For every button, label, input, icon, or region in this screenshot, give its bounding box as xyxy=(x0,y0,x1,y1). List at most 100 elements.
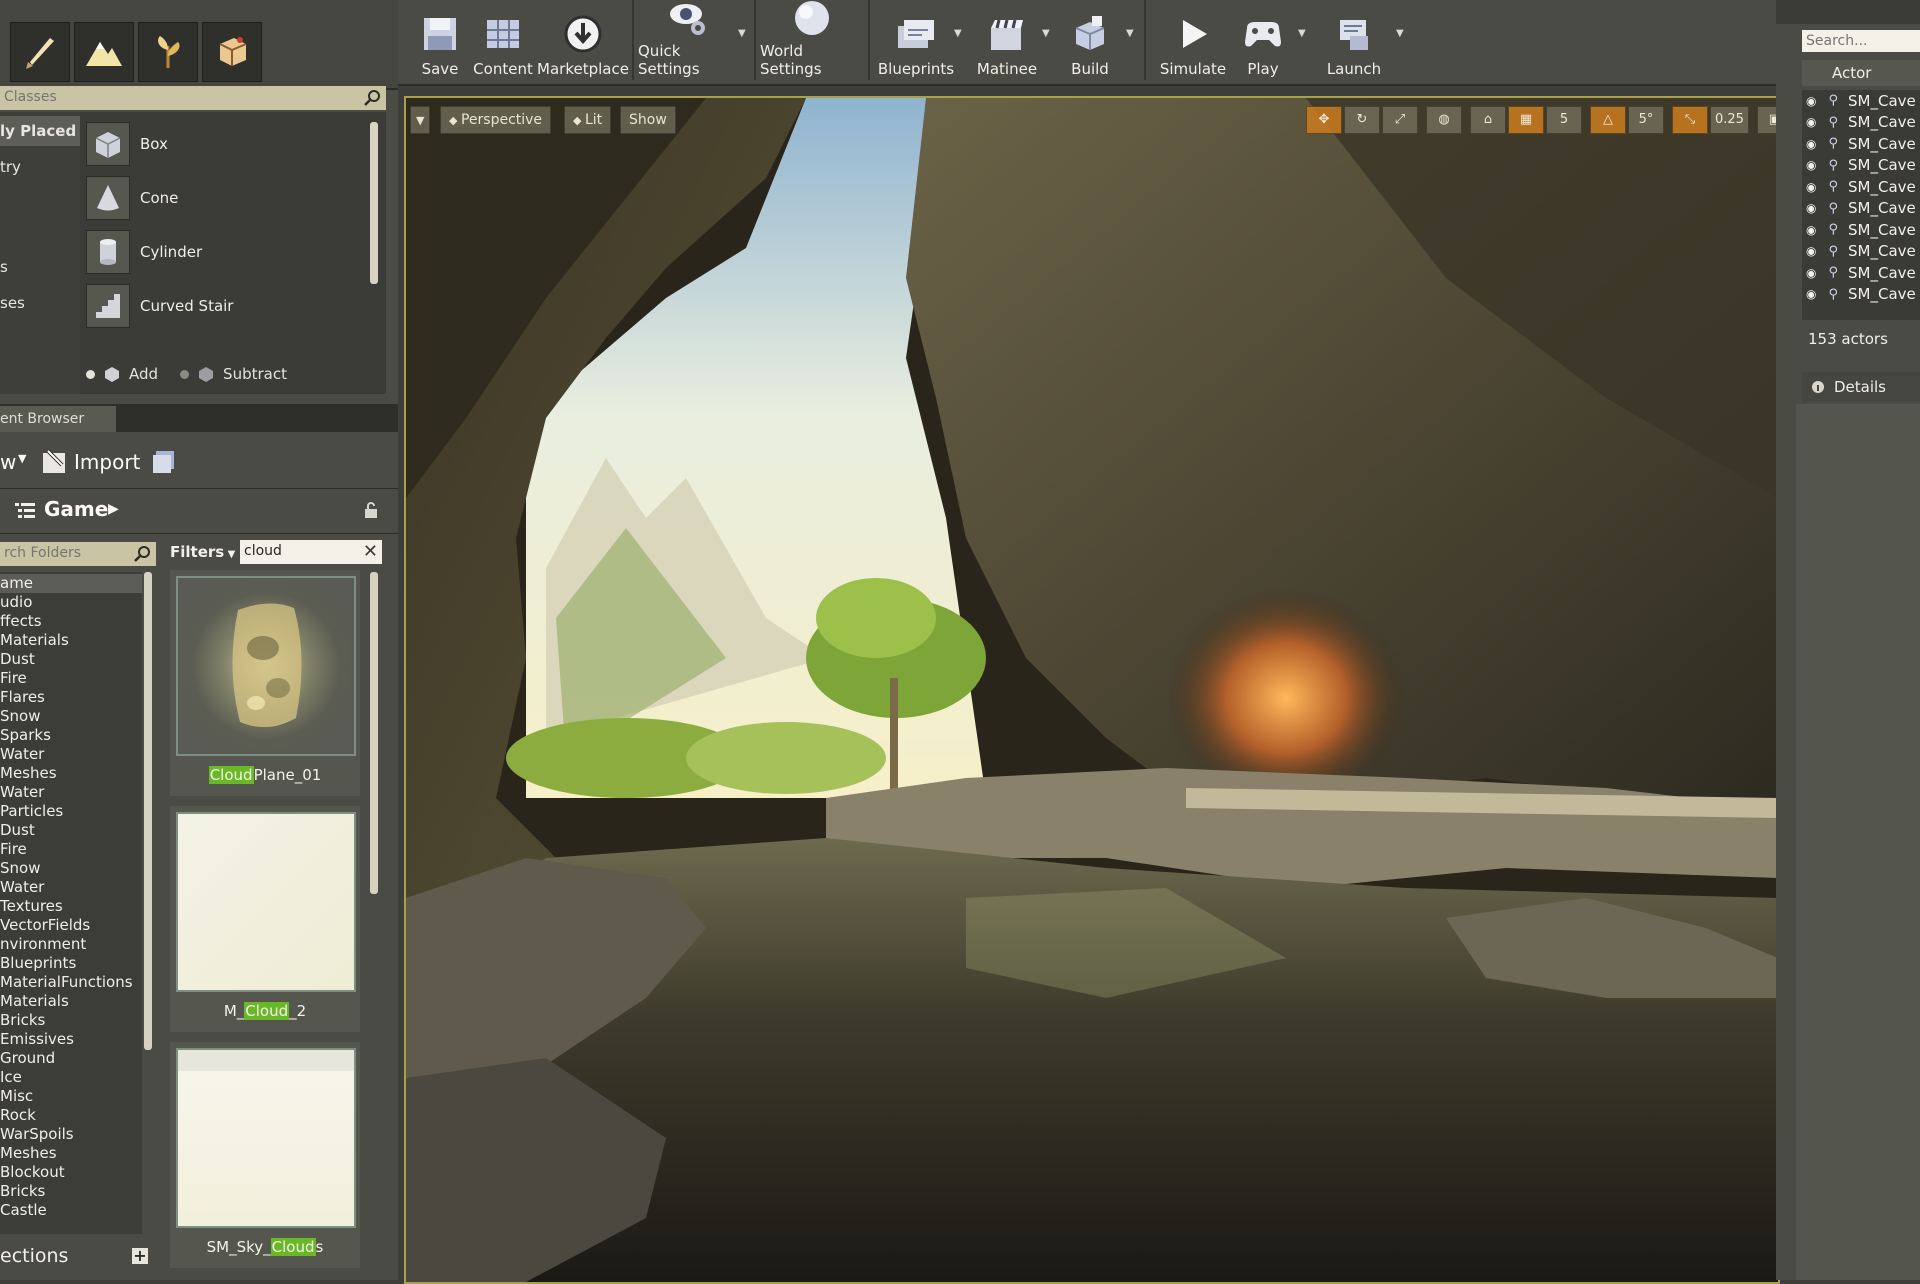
show-button[interactable]: Show xyxy=(620,106,676,134)
folder-tree-item[interactable]: Blockout xyxy=(0,1163,142,1182)
folder-tree-scrollbar[interactable] xyxy=(144,572,152,1050)
folder-tree-item[interactable]: Particles xyxy=(0,802,142,821)
folder-tree-item[interactable]: ffects xyxy=(0,612,142,631)
lit-button[interactable]: ◆ Lit xyxy=(564,106,612,134)
folder-tree-item[interactable]: Bricks xyxy=(0,1011,142,1030)
landscape-icon[interactable] xyxy=(74,22,134,82)
world-local-icon[interactable]: ◍ xyxy=(1426,106,1462,134)
folder-tree-item[interactable]: Rock xyxy=(0,1106,142,1125)
chevron-down-icon[interactable]: ▼ xyxy=(1298,28,1306,39)
place-item-curved-stair[interactable]: Curved Stair xyxy=(86,280,376,332)
folder-tree-item[interactable]: Bricks xyxy=(0,1182,142,1201)
rotate-mode-icon[interactable]: ↻ xyxy=(1344,106,1380,134)
search-icon[interactable] xyxy=(132,544,152,564)
folder-tree-item[interactable]: Blueprints xyxy=(0,954,142,973)
visibility-eye-icon[interactable]: ◉ xyxy=(1806,244,1816,258)
folder-tree-item[interactable]: Water xyxy=(0,745,142,764)
folder-tree-item[interactable]: Ground xyxy=(0,1049,142,1068)
clear-filter-icon[interactable]: ✕ xyxy=(363,540,378,564)
outliner-row[interactable]: ◉ ⚲ SM_Cave xyxy=(1802,262,1920,284)
chevron-down-icon[interactable]: ▼ xyxy=(1126,28,1134,39)
world-settings-button[interactable]: World Settings xyxy=(760,0,864,78)
filters-button[interactable]: Filters ▼ xyxy=(170,540,240,564)
paint-brush-icon[interactable] xyxy=(10,22,70,82)
scale-mode-icon[interactable]: ⤢ xyxy=(1382,106,1418,134)
folder-tree-item[interactable]: udio xyxy=(0,593,142,612)
category-all-classes[interactable]: ses xyxy=(0,288,80,318)
build-button[interactable]: Build xyxy=(1058,0,1122,78)
grid-snap-icon[interactable]: ▦ xyxy=(1508,106,1544,134)
category-geometry[interactable]: try xyxy=(0,152,80,182)
folder-tree-item[interactable]: ame xyxy=(0,574,142,593)
visibility-eye-icon[interactable]: ◉ xyxy=(1806,287,1816,301)
folder-tree-item[interactable]: Castle xyxy=(0,1201,142,1220)
outliner-row[interactable]: ◉ ⚲ SM_Cave xyxy=(1802,176,1920,198)
chevron-down-icon[interactable]: ▼ xyxy=(954,28,962,39)
chevron-down-icon[interactable]: ▼ xyxy=(738,28,746,39)
place-search-input[interactable] xyxy=(0,86,348,108)
content-button[interactable]: Content xyxy=(472,0,534,78)
import-button[interactable]: Import xyxy=(40,446,140,478)
outliner-row[interactable]: ◉ ⚲ SM_Cave xyxy=(1802,198,1920,220)
folder-tree-item[interactable]: Emissives xyxy=(0,1030,142,1049)
category-recently-placed[interactable]: ly Placed xyxy=(0,116,80,146)
asset-tile[interactable]: M_Cloud_2 xyxy=(170,806,360,1032)
folder-search-input[interactable] xyxy=(0,542,134,564)
folder-tree-item[interactable]: Water xyxy=(0,783,142,802)
outliner-row[interactable]: ◉ ⚲ SM_Cave xyxy=(1802,133,1920,155)
add-radio[interactable] xyxy=(86,369,95,379)
perspective-button[interactable]: ◆ Perspective xyxy=(440,106,552,134)
rotation-snap-icon[interactable]: △ xyxy=(1590,106,1626,134)
details-tab[interactable]: Details xyxy=(1802,372,1920,402)
visibility-eye-icon[interactable]: ◉ xyxy=(1806,201,1816,215)
folder-tree-item[interactable]: Fire xyxy=(0,840,142,859)
outliner-search-input[interactable] xyxy=(1802,31,1920,51)
outliner-row[interactable]: ◉ ⚲ SM_Cave xyxy=(1802,241,1920,263)
folder-tree-item[interactable]: Ice xyxy=(0,1068,142,1087)
place-scrollbar[interactable] xyxy=(370,122,378,284)
folder-tree-item[interactable]: Misc xyxy=(0,1087,142,1106)
add-label[interactable]: Add xyxy=(129,365,158,383)
matinee-button[interactable]: Matinee xyxy=(968,0,1046,78)
place-item-box[interactable]: Box xyxy=(86,118,376,170)
visibility-eye-icon[interactable]: ◉ xyxy=(1806,180,1816,194)
foliage-icon[interactable] xyxy=(138,22,198,82)
grid-snap-value[interactable]: 5 xyxy=(1546,106,1582,134)
outliner-row[interactable]: ◉ ⚲ SM_Cave xyxy=(1802,219,1920,241)
folder-tree-item[interactable]: Meshes xyxy=(0,764,142,783)
folder-tree-item[interactable]: Materials xyxy=(0,631,142,650)
folder-tree-item[interactable]: Fire xyxy=(0,669,142,688)
viewport-options-button[interactable]: ▼ xyxy=(410,106,431,134)
sources-panel-icon[interactable] xyxy=(14,501,36,521)
quick-settings-button[interactable]: Quick Settings xyxy=(638,0,738,78)
launch-button[interactable]: Launch xyxy=(1314,0,1394,78)
folder-tree-item[interactable]: Materials xyxy=(0,992,142,1011)
asset-filter-input[interactable] xyxy=(240,540,358,562)
folder-tree-item[interactable]: Water xyxy=(0,878,142,897)
outliner-row[interactable]: ◉ ⚲ SM_Cave xyxy=(1802,112,1920,134)
save-button[interactable]: Save xyxy=(410,0,470,78)
asset-scrollbar[interactable] xyxy=(370,572,378,894)
visibility-eye-icon[interactable]: ◉ xyxy=(1806,115,1816,129)
folder-tree-item[interactable]: Textures xyxy=(0,897,142,916)
outliner-row[interactable]: ◉ ⚲ SM_Cave xyxy=(1802,90,1920,112)
add-new-button[interactable]: w xyxy=(0,450,16,474)
save-all-icon[interactable] xyxy=(150,448,180,476)
path-breadcrumb-game[interactable]: Game xyxy=(44,497,108,521)
visibility-eye-icon[interactable]: ◉ xyxy=(1806,266,1816,280)
visibility-eye-icon[interactable]: ◉ xyxy=(1806,137,1816,151)
visibility-eye-icon[interactable]: ◉ xyxy=(1806,223,1816,237)
folder-tree-item[interactable]: MaterialFunctions xyxy=(0,973,142,992)
outliner-row[interactable]: ◉ ⚲ SM_Cave xyxy=(1802,155,1920,177)
surface-snap-icon[interactable]: ⌂ xyxy=(1470,106,1506,134)
folder-tree-item[interactable]: Dust xyxy=(0,650,142,669)
folder-tree-item[interactable]: Snow xyxy=(0,859,142,878)
asset-tile[interactable]: CloudPlane_01 xyxy=(170,570,360,796)
folder-tree-item[interactable]: WarSpoils xyxy=(0,1125,142,1144)
chevron-down-icon[interactable]: ▼ xyxy=(1396,28,1404,39)
add-collection-button[interactable]: + xyxy=(132,1248,148,1264)
content-browser-tab[interactable]: ent Browser xyxy=(0,406,116,432)
rotation-snap-value[interactable]: 5° xyxy=(1628,106,1664,134)
play-button[interactable]: Play xyxy=(1232,0,1294,78)
chevron-down-icon[interactable]: ▼ xyxy=(1042,28,1050,39)
